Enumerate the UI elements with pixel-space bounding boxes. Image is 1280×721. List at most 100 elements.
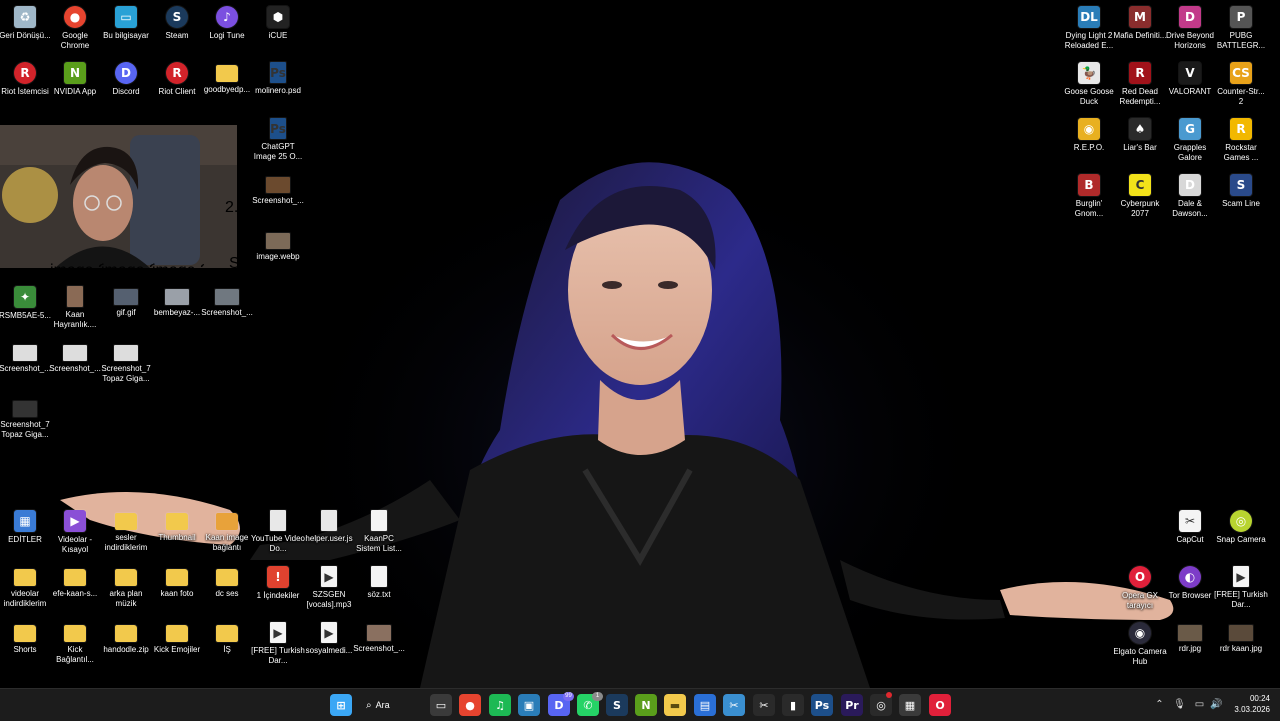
desktop-icon[interactable]: R Riot İstemcisi bbox=[0, 58, 50, 114]
desktop-icon[interactable]: S Scam Line bbox=[1216, 170, 1266, 226]
desktop-icon[interactable]: İŞ bbox=[202, 618, 252, 674]
desktop-icon-label: bembeyaz-... bbox=[153, 308, 201, 317]
desktop-icon[interactable]: R Red Dead Redempti... bbox=[1115, 58, 1165, 114]
calculator-icon[interactable]: ▦ bbox=[899, 694, 921, 716]
nvidia-icon[interactable]: N bbox=[635, 694, 657, 716]
chrome-icon[interactable]: ● bbox=[459, 694, 481, 716]
desktop-icon[interactable]: KaanPC Sistem List... bbox=[354, 506, 404, 562]
desktop-icon[interactable]: M Mafia Definiti... bbox=[1114, 2, 1166, 58]
snipping-tool-icon[interactable]: ✂ bbox=[723, 694, 745, 716]
display-icon[interactable]: ▭ bbox=[1193, 698, 1206, 711]
desktop-icon[interactable]: ▦ EDİTLER bbox=[0, 506, 50, 562]
desktop-icon[interactable]: Ps ChatGPT Image 25 O... bbox=[253, 114, 303, 170]
desktop-icon[interactable]: ♻ Geri Dönüşü... bbox=[0, 2, 51, 58]
capcut-icon[interactable]: ✂ bbox=[753, 694, 775, 716]
photoshop-icon[interactable]: Ps bbox=[811, 694, 833, 716]
desktop-icon[interactable]: ⬢ iCUE bbox=[253, 2, 303, 58]
desktop-icon[interactable]: D Dale & Dawson... bbox=[1165, 170, 1215, 226]
desktop-icon[interactable]: ▶ Videolar - Kısayol bbox=[50, 506, 100, 562]
taskbar: ⊞ ▭ ● ♫ ▣ D 99 ✆ 1 S N ▬ ▤ ✂ ✂ ▮ Ps Pr ◎ ▦ O ⌕ Ara ⌃ 🎙 ▭ 🔊 0… bbox=[0, 688, 1280, 721]
desktop-icon[interactable]: gif.gif bbox=[101, 282, 151, 338]
desktop-icon[interactable]: sesler indirdiklerim bbox=[101, 506, 151, 562]
desktop-icon[interactable]: bembeyaz-... bbox=[152, 282, 202, 338]
desktop-icon-label: Thumbnail bbox=[158, 533, 196, 542]
desktop-icon[interactable]: Screenshot_7 Topaz Giga... bbox=[101, 338, 151, 394]
desktop-icon[interactable]: image.webp bbox=[253, 226, 303, 282]
desktop-icon[interactable]: N NVIDIA App bbox=[50, 58, 100, 114]
desktop-icon[interactable]: ♪ Logi Tune bbox=[202, 2, 252, 58]
desktop-icon[interactable]: videolar indirdiklerim bbox=[0, 562, 50, 618]
desktop-icon[interactable]: helper.user.js bbox=[304, 506, 354, 562]
desktop-icon[interactable]: Screenshot_7 Topaz Giga... bbox=[0, 394, 50, 450]
desktop-icon[interactable]: kaan foto bbox=[152, 562, 202, 618]
desktop-icon[interactable]: D Discord bbox=[101, 58, 151, 114]
desktop-icon[interactable]: ✦ RSMB5AE-5... bbox=[0, 282, 51, 338]
desktop-icon[interactable]: ◎ Snap Camera bbox=[1216, 506, 1266, 562]
desktop-icon[interactable]: ▶ [FREE] Turkish Dar... bbox=[1214, 562, 1268, 618]
desktop-icon[interactable]: dc ses bbox=[202, 562, 252, 618]
microphone-icon[interactable]: 🎙 bbox=[1173, 698, 1186, 711]
desktop-icon[interactable]: rdr.jpg bbox=[1165, 618, 1215, 674]
desktop-icon[interactable]: ▭ Bu bilgisayar bbox=[101, 2, 151, 58]
photos-icon[interactable]: ▣ bbox=[518, 694, 540, 716]
spotify-icon[interactable]: ♫ bbox=[489, 694, 511, 716]
folder-icon bbox=[166, 625, 188, 642]
desktop-icon[interactable]: ✂ CapCut bbox=[1165, 506, 1215, 562]
desktop-icon[interactable]: B Burglin' Gnom... bbox=[1064, 170, 1114, 226]
desktop-icon[interactable]: G Grapples Galore bbox=[1165, 114, 1215, 170]
desktop-icon[interactable]: S Steam bbox=[152, 2, 202, 58]
desktop-icon[interactable]: Screenshot_... bbox=[0, 338, 51, 394]
desktop-icon[interactable]: ▶ SZSGEN [vocals].mp3 bbox=[304, 562, 354, 618]
desktop-icon[interactable]: Kick Bağlantıl... bbox=[50, 618, 100, 674]
desktop-icon[interactable]: ! 1 İçindekiler bbox=[253, 562, 303, 618]
desktop-icon[interactable]: goodbyedp... bbox=[202, 58, 252, 114]
desktop-icon[interactable]: Screenshot_... bbox=[201, 282, 253, 338]
desktop-icon[interactable]: efe-kaan-s... bbox=[50, 562, 100, 618]
search-button[interactable]: ⌕ Ara bbox=[366, 694, 416, 716]
desktop-icon[interactable]: söz.txt bbox=[354, 562, 404, 618]
desktop-icon[interactable]: ● Google Chrome bbox=[50, 2, 100, 58]
desktop-icon[interactable]: ♠ Liar's Bar bbox=[1115, 114, 1165, 170]
desktop-icon[interactable]: 🦆 Goose Goose Duck bbox=[1064, 58, 1114, 114]
tray-chevron-icon[interactable]: ⌃ bbox=[1153, 698, 1166, 711]
desktop-icon[interactable]: handodle.zip bbox=[101, 618, 151, 674]
desktop-icon[interactable]: P PUBG BATTLEGR... bbox=[1216, 2, 1266, 58]
desktop-icon[interactable]: YouTube Video Do... bbox=[251, 506, 305, 562]
desktop-icon[interactable]: R Rockstar Games ... bbox=[1216, 114, 1266, 170]
desktop-icon[interactable]: O Opera GX tarayıcı bbox=[1115, 562, 1165, 618]
store-icon[interactable]: ▤ bbox=[694, 694, 716, 716]
desktop-icon[interactable]: Screenshot_... bbox=[252, 170, 304, 226]
desktop-icon[interactable]: ◐ Tor Browser bbox=[1165, 562, 1215, 618]
desktop-icon[interactable]: D Drive Beyond Horizons bbox=[1165, 2, 1215, 58]
desktop-icon[interactable]: ▶ sosyalmedi... bbox=[304, 618, 354, 674]
desktop-icon[interactable]: ◉ R.E.P.O. bbox=[1064, 114, 1114, 170]
folder-icon bbox=[216, 625, 238, 642]
desktop-icon[interactable]: R Riot Client bbox=[152, 58, 202, 114]
premiere-icon[interactable]: Pr bbox=[841, 694, 863, 716]
start-button[interactable]: ⊞ bbox=[330, 694, 352, 716]
audio-app-icon[interactable]: ▮ bbox=[782, 694, 804, 716]
desktop-icon[interactable]: Screenshot_... bbox=[49, 338, 101, 394]
desktop-icon[interactable]: V VALORANT bbox=[1165, 58, 1215, 114]
desktop-icon[interactable]: arka plan müzik bbox=[101, 562, 151, 618]
task-view-icon[interactable]: ▭ bbox=[430, 694, 452, 716]
desktop-icon[interactable]: DL Dying Light 2 Reloaded E... bbox=[1064, 2, 1114, 58]
volume-icon[interactable]: 🔊 bbox=[1210, 698, 1223, 711]
desktop-icon[interactable]: Kick Emojiler bbox=[152, 618, 202, 674]
clock[interactable]: 00:24 3.03.2026 bbox=[1226, 693, 1270, 715]
desktop-icon[interactable]: ▶ [FREE] Turkish Dar... bbox=[251, 618, 305, 674]
desktop-icon[interactable]: Ps molinero.psd bbox=[253, 58, 303, 114]
desktop-icon[interactable]: C Cyberpunk 2077 bbox=[1115, 170, 1165, 226]
steam-icon[interactable]: S bbox=[606, 694, 628, 716]
file-explorer-icon[interactable]: ▬ bbox=[664, 694, 686, 716]
desktop-icon[interactable]: Screenshot_... bbox=[353, 618, 405, 674]
desktop-icon[interactable]: Kaan image bağlantı bbox=[202, 506, 252, 562]
opera-gx-icon[interactable]: O bbox=[929, 694, 951, 716]
desktop-icon[interactable]: rdr kaan.jpg bbox=[1216, 618, 1266, 674]
desktop-icon[interactable]: ◉ Elgato Camera Hub bbox=[1113, 618, 1167, 674]
desktop-icon[interactable]: Kaan Hayranlık.... bbox=[50, 282, 100, 338]
discord-icon: D bbox=[115, 62, 137, 84]
desktop-icon[interactable]: Shorts bbox=[0, 618, 50, 674]
desktop-icon[interactable]: CS Counter-Str... 2 bbox=[1216, 58, 1266, 114]
desktop-icon[interactable]: Thumbnail bbox=[152, 506, 202, 562]
